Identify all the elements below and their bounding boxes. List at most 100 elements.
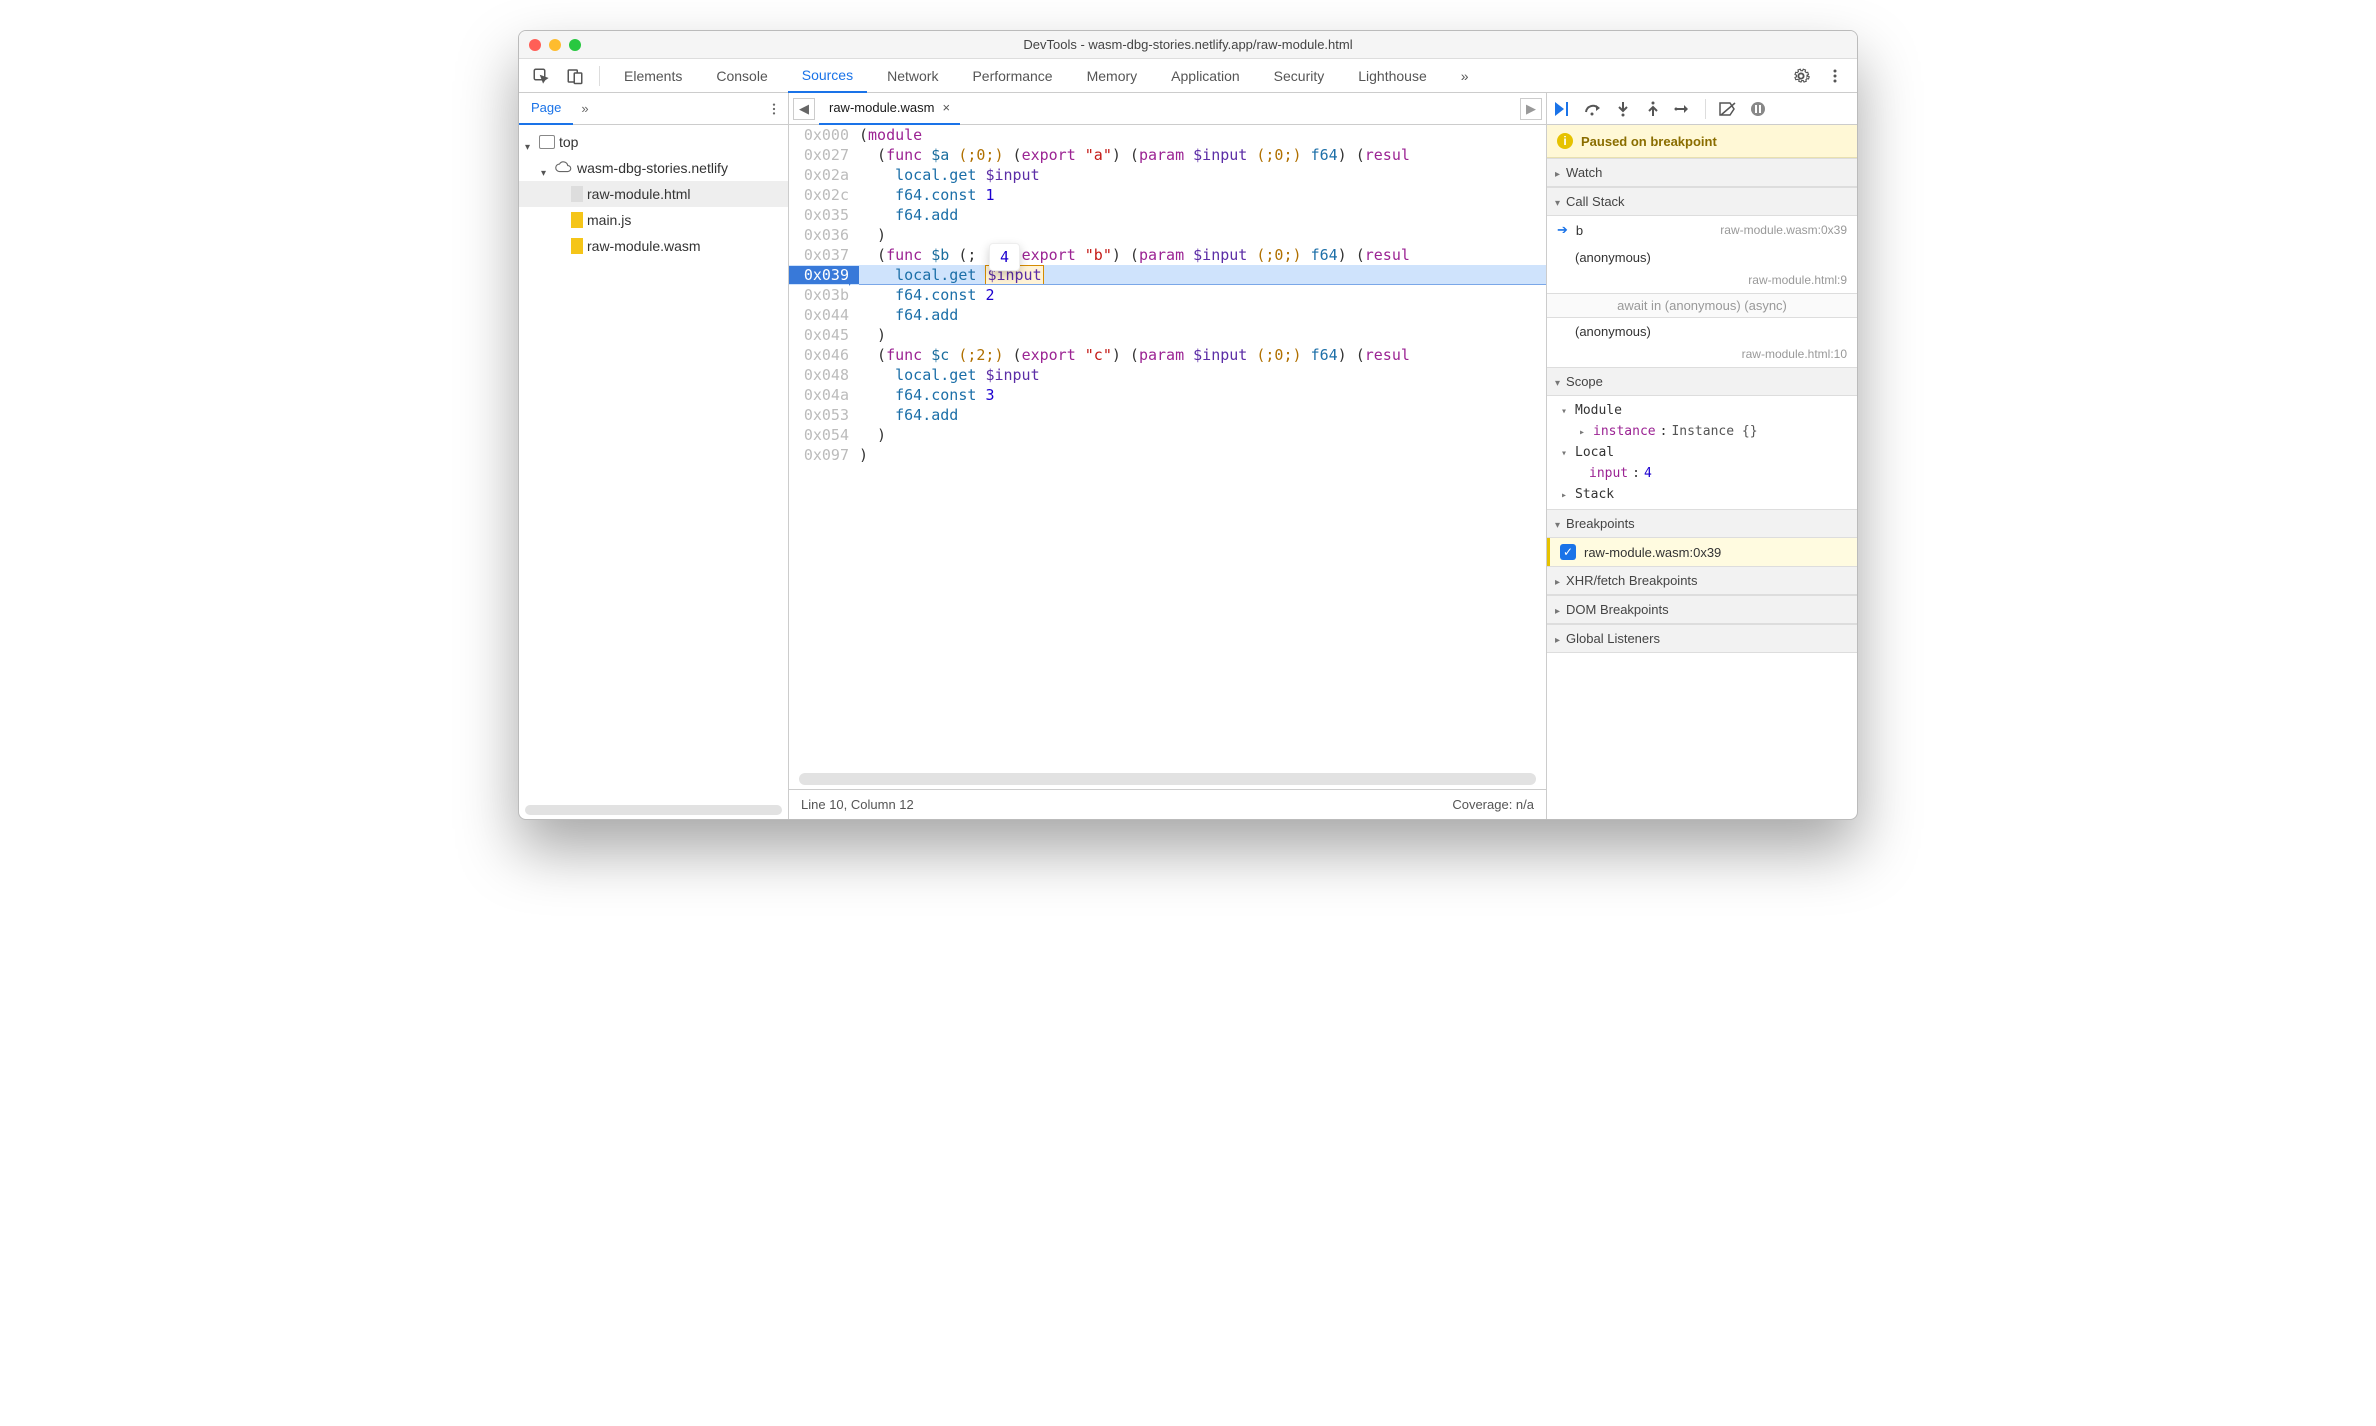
gutter-address[interactable]: 0x037 [789,246,859,264]
code-line[interactable]: 0x02c f64.const 1 [789,185,1546,205]
tab-application[interactable]: Application [1157,59,1254,93]
tree-origin-label: wasm-dbg-stories.netlify [577,160,728,176]
tab-security[interactable]: Security [1260,59,1339,93]
callstack-section-header[interactable]: Call Stack [1547,187,1857,216]
device-toggle-icon[interactable] [561,62,589,90]
gutter-address[interactable]: 0x097 [789,446,859,464]
step-into-icon[interactable] [1613,99,1633,119]
scope-instance[interactable]: instance: Instance {} [1561,421,1857,442]
code-line[interactable]: 0x037 (func $b (; ) (export "b") (param … [789,245,1546,265]
nav-forward-icon[interactable]: ▶ [1520,98,1542,120]
code-line[interactable]: 0x046 (func $c (;2;) (export "c") (param… [789,345,1546,365]
expand-icon[interactable] [525,137,535,147]
gutter-address[interactable]: 0x046 [789,346,859,364]
navigator-panel: Page » top wasm-dbg-stories.netlify [519,93,789,819]
tab-lighthouse[interactable]: Lighthouse [1344,59,1441,93]
callstack-frame[interactable]: (anonymous) raw-module.html:10 [1547,318,1857,367]
tab-network[interactable]: Network [873,59,952,93]
scope-module[interactable]: Module [1561,400,1857,421]
code-line[interactable]: 0x039 local.get $input [789,265,1546,285]
navigator-tabs-more-icon[interactable]: » [573,101,596,116]
gutter-address[interactable]: 0x000 [789,126,859,144]
code-line[interactable]: 0x036 ) [789,225,1546,245]
gutter-address[interactable]: 0x02c [789,186,859,204]
code-line[interactable]: 0x044 f64.add [789,305,1546,325]
scope-stack[interactable]: Stack [1561,484,1857,505]
code-line[interactable]: 0x035 f64.add [789,205,1546,225]
tree-file-html[interactable]: raw-module.html [519,181,788,207]
file-tree[interactable]: top wasm-dbg-stories.netlify raw-module.… [519,125,788,805]
code-line[interactable]: 0x054 ) [789,425,1546,445]
tab-console[interactable]: Console [702,59,781,93]
tab-performance[interactable]: Performance [958,59,1066,93]
inspect-icon[interactable] [527,62,555,90]
gutter-address[interactable]: 0x03b [789,286,859,304]
expand-icon[interactable] [541,163,551,173]
tab-elements[interactable]: Elements [610,59,696,93]
scope-section-header[interactable]: Scope [1547,367,1857,396]
navigator-tab-page[interactable]: Page [519,93,573,125]
frame-name: (anonymous) [1575,324,1651,339]
code-line[interactable]: 0x04a f64.const 3 [789,385,1546,405]
deactivate-breakpoints-icon[interactable] [1718,99,1738,119]
step-icon[interactable] [1673,99,1693,119]
gutter-address[interactable]: 0x027 [789,146,859,164]
code-content: ) [859,226,886,244]
gutter-address[interactable]: 0x048 [789,366,859,384]
code-line[interactable]: 0x045 ) [789,325,1546,345]
code-line[interactable]: 0x000(module [789,125,1546,145]
step-over-icon[interactable] [1583,99,1603,119]
code-editor[interactable]: 0x000(module0x027 (func $a (;0;) (export… [789,125,1546,769]
xhr-breakpoints-header[interactable]: XHR/fetch Breakpoints [1547,566,1857,595]
breakpoints-section-header[interactable]: Breakpoints [1547,509,1857,538]
gutter-address[interactable]: 0x035 [789,206,859,224]
tree-file-js[interactable]: main.js [519,207,788,233]
editor-h-scrollbar[interactable] [799,773,1536,785]
code-line[interactable]: 0x027 (func $a (;0;) (export "a") (param… [789,145,1546,165]
nav-back-icon[interactable]: ◀ [793,98,815,120]
code-line[interactable]: 0x053 f64.add [789,405,1546,425]
gutter-address[interactable]: 0x044 [789,306,859,324]
global-listeners-header[interactable]: Global Listeners [1547,624,1857,653]
code-line[interactable]: 0x02a local.get $input [789,165,1546,185]
scope-local-input[interactable]: input: 4 [1561,463,1857,484]
gutter-address[interactable]: 0x036 [789,226,859,244]
code-line[interactable]: 0x048 local.get $input [789,365,1546,385]
editor-tab[interactable]: raw-module.wasm × [819,93,960,125]
code-content: f64.add [859,306,958,324]
resume-icon[interactable] [1553,99,1573,119]
close-tab-icon[interactable]: × [942,100,950,115]
scope-local[interactable]: Local [1561,442,1857,463]
gutter-address[interactable]: 0x039 [789,266,859,284]
settings-gear-icon[interactable] [1787,62,1815,90]
paused-message: Paused on breakpoint [1581,134,1717,149]
code-content: f64.const 1 [859,186,994,204]
watch-section-header[interactable]: Watch [1547,158,1857,187]
kebab-menu-icon[interactable] [1821,62,1849,90]
navigator-menu-icon[interactable] [760,102,788,116]
tab-sources[interactable]: Sources [788,59,867,93]
coverage-status: Coverage: n/a [1452,797,1534,812]
code-line[interactable]: 0x03b f64.const 2 [789,285,1546,305]
gutter-address[interactable]: 0x02a [789,166,859,184]
gutter-address[interactable]: 0x053 [789,406,859,424]
breakpoint-item[interactable]: ✓ raw-module.wasm:0x39 [1547,538,1857,566]
navigator-h-scrollbar[interactable] [525,805,782,815]
gutter-address[interactable]: 0x054 [789,426,859,444]
file-icon [571,212,583,228]
dom-breakpoints-header[interactable]: DOM Breakpoints [1547,595,1857,624]
tabs-more-icon[interactable]: » [1447,59,1483,93]
code-line[interactable]: 0x097) [789,445,1546,465]
gutter-address[interactable]: 0x04a [789,386,859,404]
gutter-address[interactable]: 0x045 [789,326,859,344]
callstack-frame[interactable]: ➔ b raw-module.wasm:0x39 [1547,216,1857,244]
step-out-icon[interactable] [1643,99,1663,119]
tab-memory[interactable]: Memory [1073,59,1152,93]
callstack-frame[interactable]: (anonymous) raw-module.html:9 [1547,244,1857,293]
tree-top-frame[interactable]: top [519,129,788,155]
tree-file-wasm[interactable]: raw-module.wasm [519,233,788,259]
tree-origin[interactable]: wasm-dbg-stories.netlify [519,155,788,181]
frame-icon [539,135,555,149]
pause-exceptions-icon[interactable] [1748,99,1768,119]
breakpoint-checkbox[interactable]: ✓ [1560,544,1576,560]
